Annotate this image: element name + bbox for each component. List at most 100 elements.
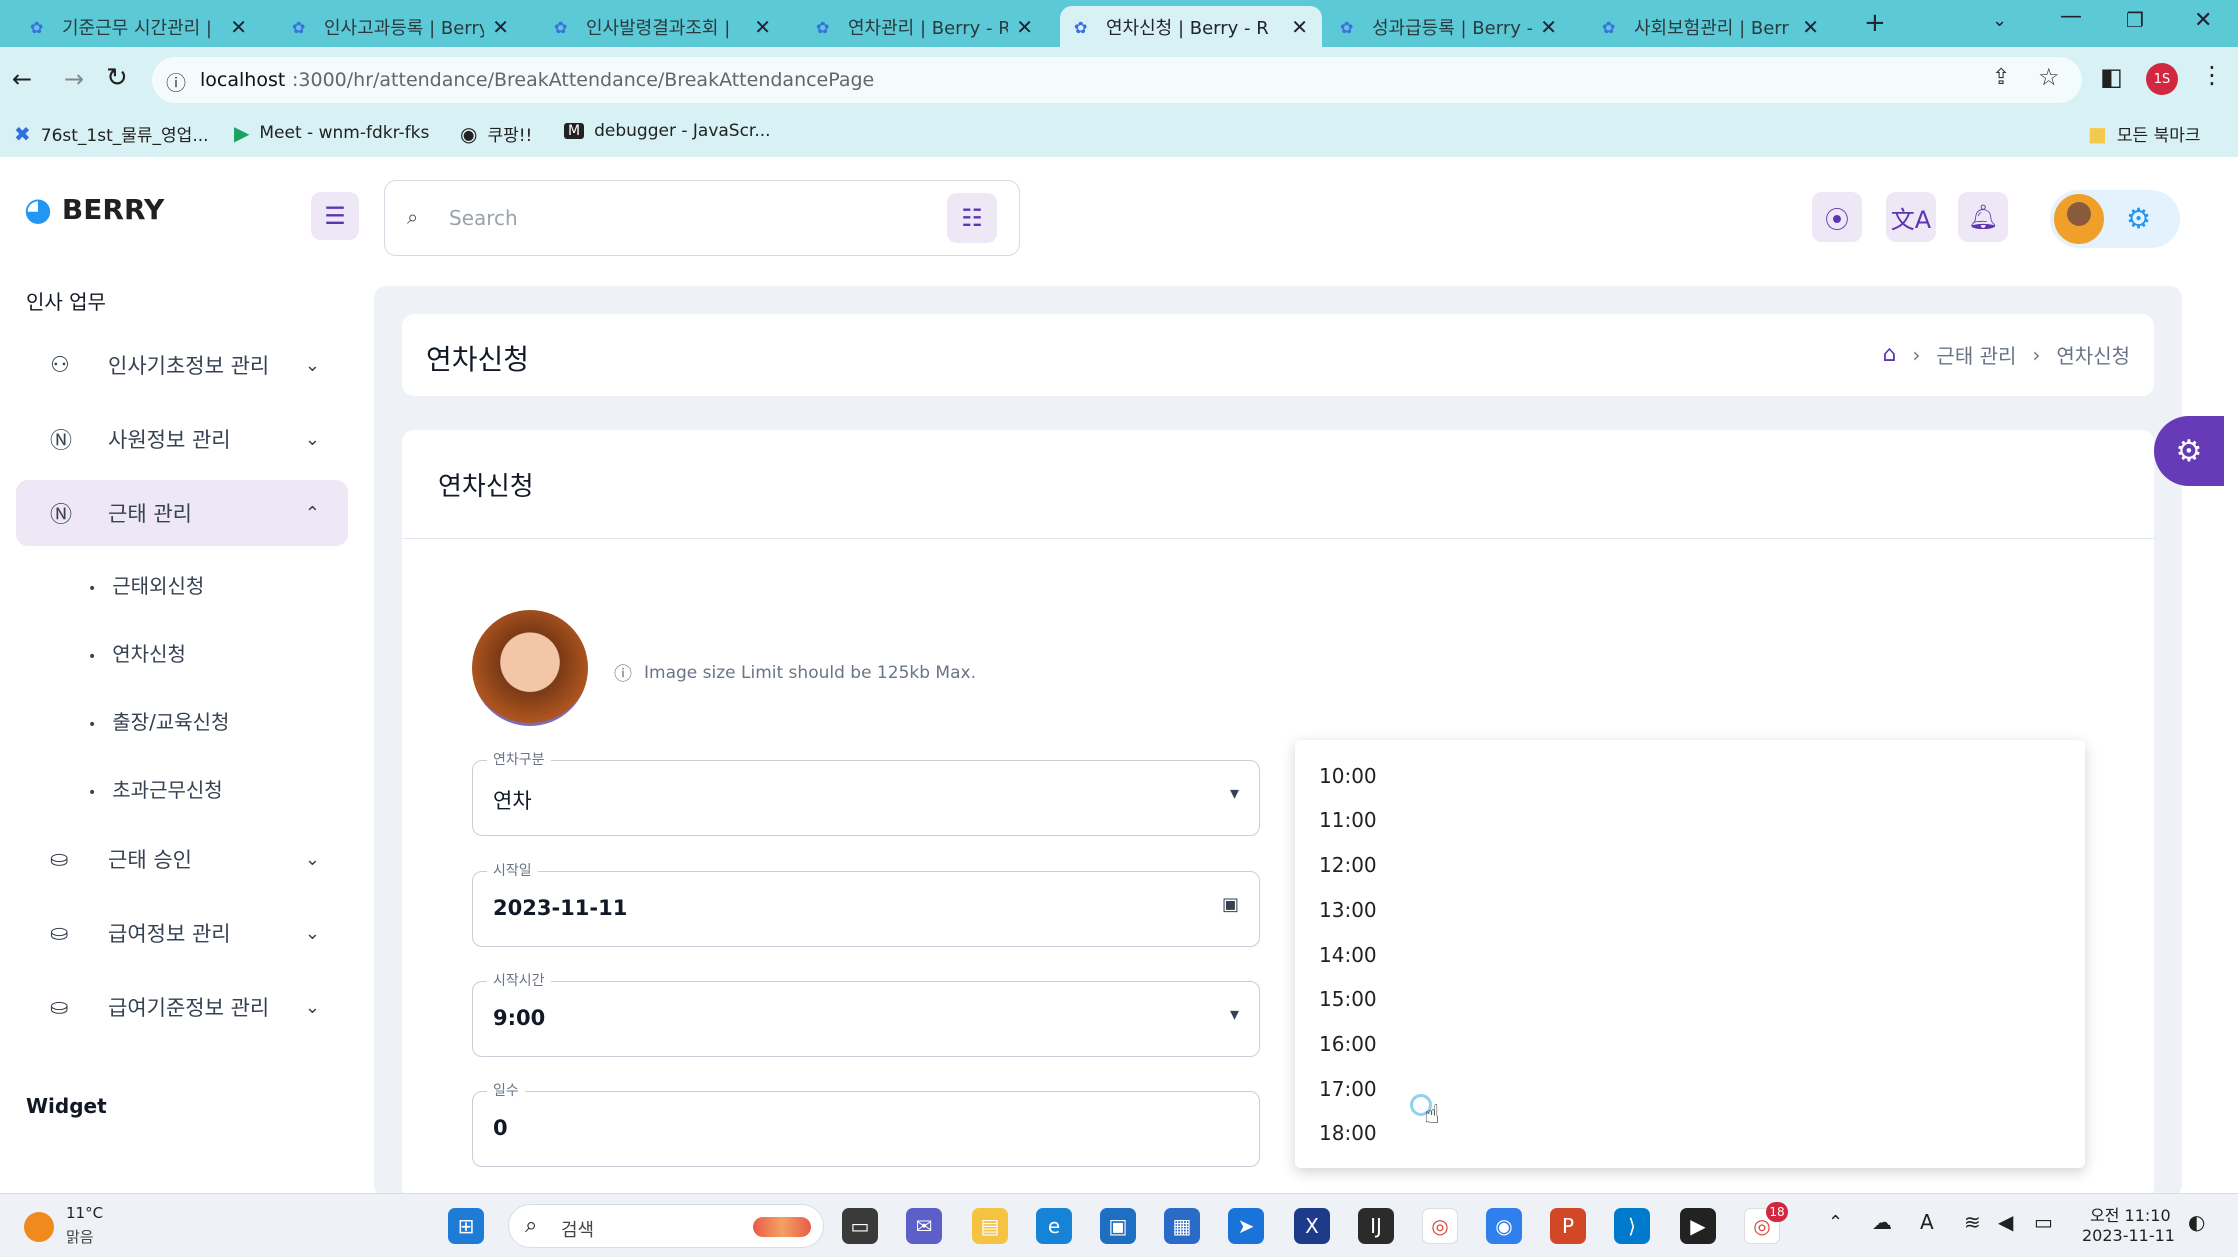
sidebar-subitem[interactable]: 근태외신청 [88,570,204,599]
chrome-icon[interactable]: ◎ [1422,1208,1458,1244]
close-tab-icon[interactable]: ✕ [754,15,771,39]
language-button[interactable]: 文A [1886,192,1936,242]
home-icon[interactable]: ⌂ [1882,342,1896,367]
clock-date[interactable]: 2023-11-11 [2082,1226,2175,1245]
vscode-icon[interactable]: ⟩ [1614,1208,1650,1244]
url-path: :3000/hr/attendance/BreakAttendance/Brea… [292,69,875,91]
forward-icon[interactable]: → [64,65,84,93]
sidebar-subitem[interactable]: 초과근무신청 [88,774,222,803]
close-window-icon[interactable]: ✕ [2194,8,2212,33]
app-arrow-icon[interactable]: ➤ [1228,1208,1264,1244]
hand-cursor-icon: ☝ [1424,1100,1440,1130]
browser-tab[interactable]: ✿ 기준근무 시간관리 | ✕ [16,6,261,47]
teams-chat-icon[interactable]: ✉ [906,1208,942,1244]
profile-chip[interactable]: ⚙ [2050,190,2180,248]
side-panel-icon[interactable]: ◧ [2100,63,2123,91]
search-box[interactable]: ⌕ Search ☷ [384,180,1020,256]
browser-tab[interactable]: ✿ 성과급등록 | Berry - ✕ [1326,6,1571,47]
start-date-field[interactable]: 시작일 2023-11-11 ▣ [472,860,1260,947]
media-player-icon[interactable]: ▶ [1680,1208,1716,1244]
sidebar-item-approval[interactable]: ⛀ 근태 승인 ⌄ [16,826,348,892]
customize-fab[interactable]: ⚙ [2154,416,2224,486]
sidebar-subitem[interactable]: 연차신청 [88,638,186,667]
powerpoint-icon[interactable]: P [1550,1208,1586,1244]
reload-icon[interactable]: ↻ [106,63,128,93]
bookmark-item[interactable]: M debugger - JavaScr... [564,121,771,141]
monitor-app-icon[interactable]: ▣ [1100,1208,1136,1244]
site-info-icon[interactable]: ⓘ [166,67,186,96]
notifications-button[interactable]: 🔔︎ [1958,192,2008,242]
wifi-icon[interactable]: ≋ [1964,1210,1981,1234]
windows-taskbar: 11°C 맑음 ⊞ ⌕ 검색 ▭ ✉ ▤ e ▣ ▦ ➤ X IJ ◎ ◉ P … [0,1193,2238,1257]
tab-search-icon[interactable]: ⌄ [1992,10,2007,31]
taskbar-search[interactable]: ⌕ 검색 [508,1204,824,1248]
bookmark-star-icon[interactable]: ☆ [2038,63,2060,91]
menu-toggle-button[interactable]: ☰ [311,192,359,240]
close-tab-icon[interactable]: ✕ [1291,15,1308,39]
sidebar-item-employee[interactable]: Ⓝ 사원정보 관리 ⌄ [16,406,348,472]
bookmark-item[interactable]: ▶ Meet - wnm-fdkr-fks [234,121,429,145]
time-option[interactable]: 14:00 [1319,943,1377,967]
time-option[interactable]: 17:00 [1319,1077,1377,1101]
time-option[interactable]: 18:00 [1319,1121,1377,1145]
camera-app-icon[interactable]: ◉ [1486,1208,1522,1244]
breadcrumb-item[interactable]: 근태 관리 [1936,340,2016,369]
browser-tab[interactable]: ✿ 인사발령결과조회 | ✕ [540,6,785,47]
restore-icon[interactable]: ❐ [2126,8,2144,32]
calendar-icon[interactable]: ▣ [1222,894,1239,915]
store-icon[interactable]: ▦ [1164,1208,1200,1244]
card-title: 연차신청 [438,472,534,502]
url-field[interactable]: ⓘ localhost :3000/hr/attendance/BreakAtt… [152,57,2082,103]
intellij-icon[interactable]: IJ [1358,1208,1394,1244]
back-icon[interactable]: ← [12,65,32,93]
close-tab-icon[interactable]: ✕ [1540,15,1557,39]
time-option[interactable]: 16:00 [1319,1032,1377,1056]
close-tab-icon[interactable]: ✕ [230,15,247,39]
new-tab-button[interactable]: + [1864,8,1886,38]
browser-tab-active[interactable]: ✿ 연차신청 | Berry - R ✕ [1060,6,1322,47]
battery-icon[interactable]: ▭ [2034,1210,2053,1234]
share-icon[interactable]: ⇪ [1992,65,2010,90]
notification-center-icon[interactable]: ◐ [2188,1210,2205,1234]
clock-time[interactable]: 오전 11:10 [2090,1202,2171,1226]
time-option[interactable]: 11:00 [1319,808,1377,832]
bookmark-item[interactable]: ✖ 76st_1st_물류_영업... [14,121,209,147]
time-option[interactable]: 12:00 [1319,853,1377,877]
close-tab-icon[interactable]: ✕ [1016,15,1033,39]
minimize-icon[interactable]: — [2060,4,2082,29]
start-time-select[interactable]: 시작시간 9:00 ▾ [472,970,1260,1057]
browser-tab[interactable]: ✿ 연차관리 | Berry - R ✕ [802,6,1047,47]
time-option[interactable]: 13:00 [1319,898,1377,922]
task-view-icon[interactable]: ▭ [842,1208,878,1244]
browser-tab[interactable]: ✿ 사회보험관리 | Berr ✕ [1588,6,1833,47]
edge-icon[interactable]: e [1036,1208,1072,1244]
sidebar-item-salary-standard[interactable]: ⛀ 급여기준정보 관리 ⌄ [16,974,348,1040]
bookmark-item[interactable]: ◉ 쿠팡!! [460,121,532,147]
time-option[interactable]: 10:00 [1319,764,1377,788]
app-logo[interactable]: ◕ BERRY [24,190,164,228]
sidebar-item-attendance[interactable]: Ⓝ 근태 관리 ⌃ [16,480,348,546]
time-option[interactable]: 15:00 [1319,987,1377,1011]
sidebar-subitem[interactable]: 출장/교육신청 [88,706,229,735]
search-filter-button[interactable]: ☷ [947,193,997,243]
excel-like-icon[interactable]: X [1294,1208,1330,1244]
all-bookmarks[interactable]: ■ 모든 북마크 [2088,121,2201,147]
leave-type-select[interactable]: 연차구분 연차 ▾ [472,749,1260,836]
profile-photo[interactable] [472,610,588,726]
search-input[interactable]: Search [449,206,518,230]
ime-icon[interactable]: A [1920,1210,1934,1234]
onedrive-icon[interactable]: ☁ [1872,1210,1892,1234]
days-field[interactable]: 일수 0 [472,1080,1260,1167]
sidebar-item-hr-basic[interactable]: ⚇ 인사기초정보 관리 ⌄ [16,332,348,398]
tray-chevron-icon[interactable]: ⌃ [1828,1212,1843,1233]
sidebar-item-salary[interactable]: ⛀ 급여정보 관리 ⌄ [16,900,348,966]
browser-tab[interactable]: ✿ 인사고과등록 | Berry ✕ [278,6,523,47]
close-tab-icon[interactable]: ✕ [1802,15,1819,39]
windows-start-icon[interactable]: ⊞ [448,1208,484,1244]
file-explorer-icon[interactable]: ▤ [972,1208,1008,1244]
profile-avatar[interactable]: 1S [2146,63,2178,95]
live-customize-button[interactable]: ⦿ [1812,192,1862,242]
volume-icon[interactable]: ◀ [1998,1210,2013,1234]
browser-menu-icon[interactable]: ⋮ [2200,61,2224,89]
close-tab-icon[interactable]: ✕ [492,15,509,39]
